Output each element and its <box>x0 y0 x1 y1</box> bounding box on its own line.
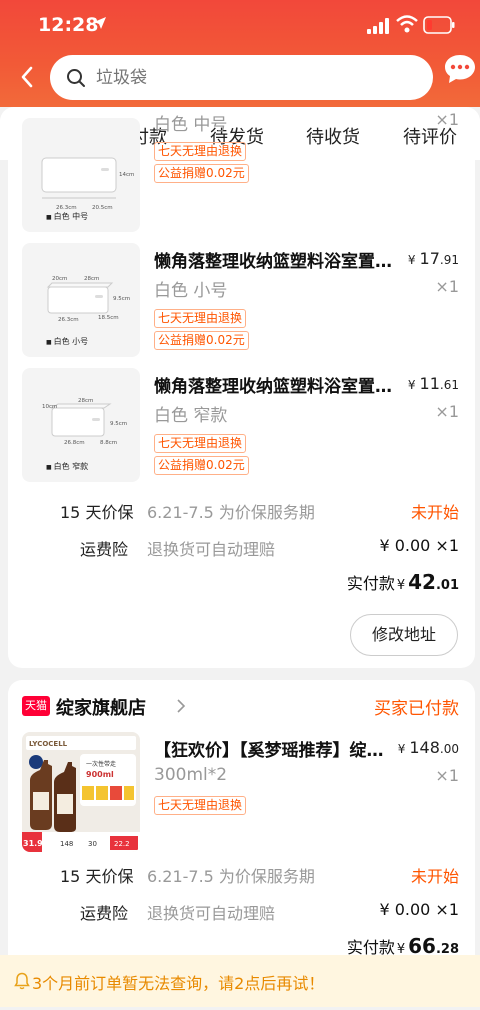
svg-text:18.5cm: 18.5cm <box>98 315 119 321</box>
price-protect-label: 15 天价保 <box>60 867 134 886</box>
status-bar: 12:28 <box>0 0 480 50</box>
price-protect-period: 6.21-7.5 为价保服务期 <box>147 867 315 886</box>
header: 12:28 <box>0 0 480 107</box>
svg-text:28cm: 28cm <box>84 276 99 282</box>
battery-low-icon <box>423 16 455 34</box>
price-protect-period: 6.21-7.5 为价保服务期 <box>147 503 315 522</box>
svg-text:20.5cm: 20.5cm <box>92 205 113 211</box>
return-policy-tag: 七天无理由退换 <box>154 142 247 161</box>
location-arrow-icon <box>94 17 106 29</box>
price-protect-label: 15 天价保 <box>60 503 134 522</box>
item-title: 懒角落整理收纳篮塑料浴室置物筐 <box>154 377 399 397</box>
laundry-detergent-image: LYCOCELL 一次性带走 900ml 31.9 148 30 22.2 <box>22 732 140 852</box>
item-price: ¥11.61 <box>407 374 459 393</box>
item-price: ¥17.91 <box>407 249 459 268</box>
price-protect-status[interactable]: 未开始 <box>411 499 459 523</box>
search-icon <box>67 69 85 87</box>
shipping-insurance-amount: ¥ 0.00 ×1 <box>379 900 459 919</box>
item-title: 【狂欢价】【奚梦瑶推荐】绽家香氛洗衣液 <box>154 741 399 761</box>
modify-address-button[interactable]: 修改地址 <box>350 614 458 656</box>
return-policy-tag: 七天无理由退换 <box>154 796 247 815</box>
svg-text:8.8cm: 8.8cm <box>100 440 117 446</box>
product-thumbnail: 10cm 28cm 9.5cm 26.8cm 8.8cm 白色 窄款 <box>22 368 140 482</box>
item-quantity: ×1 <box>435 402 459 421</box>
order-status: 买家已付款 <box>374 699 459 719</box>
item-variant: 白色 小号 <box>154 281 228 301</box>
svg-text:一次性带走: 一次性带走 <box>86 760 116 768</box>
svg-text:LYCOCELL: LYCOCELL <box>29 740 68 748</box>
svg-text:30: 30 <box>88 840 97 848</box>
search-input[interactable] <box>96 64 396 91</box>
thumbnail-caption: 白色 窄款 <box>46 461 89 472</box>
status-time: 12:28 <box>38 14 99 36</box>
shipping-insurance-label: 运费险 <box>80 540 129 559</box>
charity-tag: 公益捐赠0.02元 <box>154 331 249 350</box>
price-protect-status[interactable]: 未开始 <box>411 863 459 887</box>
item-title: 懒角落整理收纳篮塑料浴室置物筐 <box>154 252 399 272</box>
svg-text:22.2: 22.2 <box>114 840 130 848</box>
svg-text:26.8cm: 26.8cm <box>64 440 85 446</box>
svg-text:148: 148 <box>60 840 73 848</box>
tmall-badge-icon: 天猫 <box>22 696 50 716</box>
back-arrow-icon[interactable] <box>18 64 36 90</box>
svg-text:10cm: 10cm <box>42 404 57 410</box>
product-thumbnail: LYCOCELL 一次性带走 900ml 31.9 148 30 22.2 <box>22 732 140 852</box>
order-item[interactable]: LYCOCELL 一次性带走 900ml 31.9 148 30 22.2 【狂… <box>8 732 475 852</box>
chevron-right-icon <box>177 699 186 713</box>
notice-banner: 3个月前订单暂无法查询，请2点后再试！ <box>0 955 480 1007</box>
item-quantity: ×1 <box>435 277 459 296</box>
svg-text:900ml: 900ml <box>86 770 114 779</box>
order-item[interactable]: 26.3cm 20.5cm 14cm 白色 中号 白色 中号 ×1 七天无理由退… <box>8 110 475 238</box>
cellular-signal-icon <box>367 18 389 34</box>
message-bubble-icon[interactable] <box>443 52 477 86</box>
wifi-icon <box>396 15 418 33</box>
item-variant: 白色 中号 <box>154 115 228 135</box>
shipping-insurance-amount: ¥ 0.00 ×1 <box>379 536 459 555</box>
shipping-insurance-label: 运费险 <box>80 904 129 923</box>
svg-text:14cm: 14cm <box>119 172 134 178</box>
svg-text:31.9: 31.9 <box>23 839 43 848</box>
thumbnail-caption: 白色 中号 <box>46 211 89 222</box>
svg-text:26.3cm: 26.3cm <box>58 317 79 323</box>
order-total: 实付款 ¥42.01 <box>346 570 459 594</box>
charity-tag: 公益捐赠0.02元 <box>154 456 249 475</box>
svg-text:28cm: 28cm <box>78 398 93 404</box>
return-policy-tag: 七天无理由退换 <box>154 434 247 453</box>
search-bar[interactable] <box>50 55 433 100</box>
shipping-insurance-desc: 退换货可自动理赔 <box>147 540 276 559</box>
svg-text:9.5cm: 9.5cm <box>110 421 127 427</box>
order-item[interactable]: 10cm 28cm 9.5cm 26.8cm 8.8cm 白色 窄款 懒角落整理… <box>8 368 475 488</box>
product-thumbnail: 26.3cm 20.5cm 14cm 白色 中号 <box>22 118 140 232</box>
store-name[interactable]: 绽家旗舰店 <box>56 694 146 720</box>
item-variant: 白色 窄款 <box>154 406 228 426</box>
notice-text: 3个月前订单暂无法查询，请2点后再试！ <box>32 974 325 993</box>
order-item[interactable]: 20cm 28cm 9.5cm 26.3cm 18.5cm 白色 小号 懒角落整… <box>8 243 475 363</box>
return-policy-tag: 七天无理由退换 <box>154 309 247 328</box>
item-quantity: ×1 <box>435 766 459 785</box>
order-card: 天猫 绽家旗舰店 买家已付款 LYCOCELL 一次性带走 900ml 31.9… <box>8 680 475 970</box>
item-price: ¥148.00 <box>397 738 459 757</box>
product-thumbnail: 20cm 28cm 9.5cm 26.3cm 18.5cm 白色 小号 <box>22 243 140 357</box>
bell-icon <box>14 972 30 990</box>
order-card: 26.3cm 20.5cm 14cm 白色 中号 白色 中号 ×1 七天无理由退… <box>8 110 475 668</box>
shipping-insurance-desc: 退换货可自动理赔 <box>147 904 276 923</box>
thumbnail-caption: 白色 小号 <box>46 336 89 347</box>
item-variant: 300ml*2 <box>154 765 228 785</box>
svg-text:20cm: 20cm <box>52 276 67 282</box>
svg-text:9.5cm: 9.5cm <box>113 296 130 302</box>
charity-tag: 公益捐赠0.02元 <box>154 164 249 183</box>
item-quantity: ×1 <box>435 110 459 129</box>
